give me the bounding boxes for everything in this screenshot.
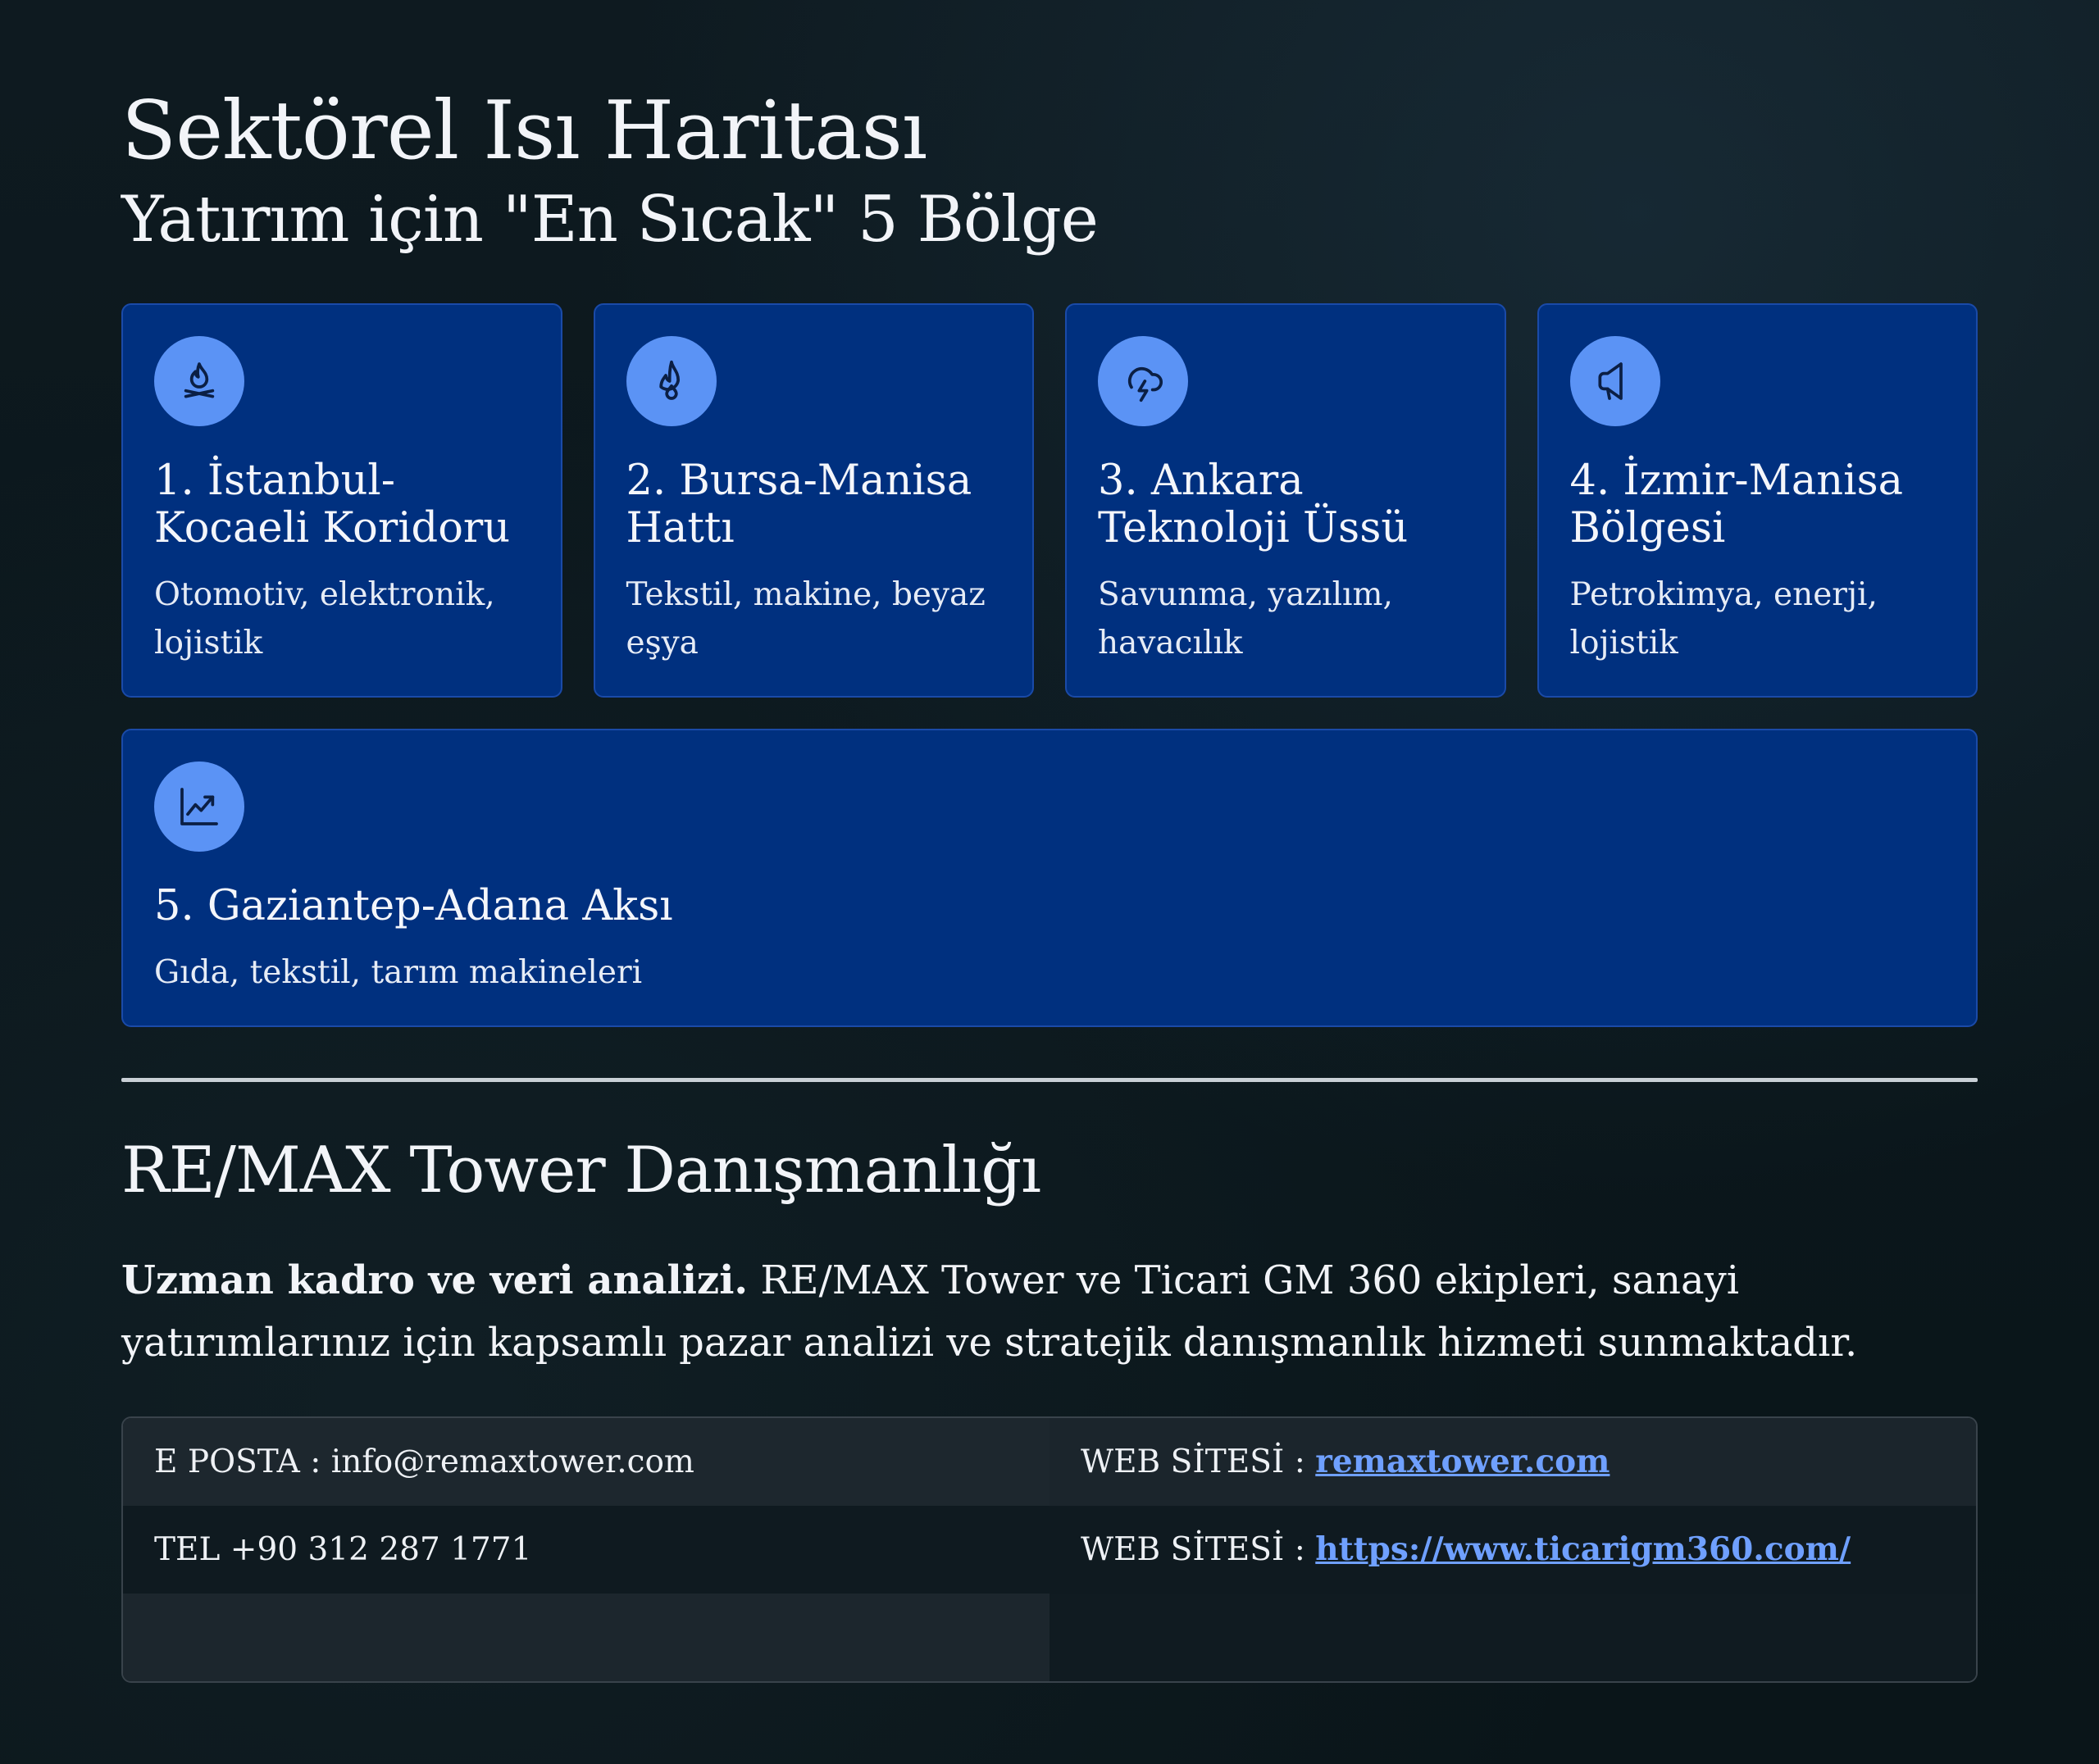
region-title: 1. İstanbul-Kocaeli Koridoru [154, 457, 511, 552]
region-desc: Petrokimya, enerji, lojistik [1569, 576, 1878, 662]
region-card-istanbul-kocaeli: 1. İstanbul-Kocaeli Koridoru Otomotiv, e… [121, 303, 562, 698]
contact-table: E POSTA : info@remaxtower.com WEB SİTESİ… [121, 1416, 1978, 1683]
website-cell-ticarigm: WEB SİTESİ : https://www.ticarigm360.com… [1050, 1506, 1976, 1594]
section-divider [121, 1078, 1978, 1082]
region-title: 4. İzmir-Manisa Bölgesi [1569, 457, 1904, 552]
trending-up-icon [154, 762, 244, 852]
page-title: Sektörel Isı Haritası [121, 84, 927, 178]
region-grid: 1. İstanbul-Kocaeli Koridoru Otomotiv, e… [121, 303, 1978, 1027]
page-subtitle: Yatırım için "En Sıcak" 5 Bölge [121, 183, 1099, 257]
region-title: 3. Ankara Teknoloji Üssü [1098, 457, 1409, 552]
website-label: WEB SİTESİ : [1081, 1531, 1316, 1568]
region-card-gaziantep-adana: 5. Gaziantep-Adana Aksı Gıda, tekstil, t… [121, 729, 1978, 1027]
region-title: 2. Bursa-Manisa Hattı [626, 457, 972, 552]
consulting-description: Uzman kadro ve veri analizi. RE/MAX Towe… [121, 1249, 1978, 1374]
table-row [123, 1594, 1976, 1681]
flame-icon [626, 336, 717, 426]
email-cell: E POSTA : info@remaxtower.com [123, 1418, 1050, 1506]
website-label: WEB SİTESİ : [1081, 1443, 1316, 1480]
consulting-title: RE/MAX Tower Danışmanlığı [121, 1134, 1041, 1207]
empty-cell [1050, 1594, 1976, 1681]
remaxtower-link[interactable]: remaxtower.com [1315, 1443, 1610, 1480]
cloud-lightning-icon [1098, 336, 1188, 426]
ticarigm360-link[interactable]: https://www.ticarigm360.com/ [1315, 1530, 1851, 1568]
region-desc: Gıda, tekstil, tarım makineleri [154, 954, 643, 991]
website-cell-remax: WEB SİTESİ : remaxtower.com [1050, 1418, 1976, 1506]
region-card-ankara: 3. Ankara Teknoloji Üssü Savunma, yazılı… [1065, 303, 1506, 698]
region-title: 5. Gaziantep-Adana Aksı [154, 882, 673, 930]
phone-cell: TEL +90 312 287 1771 [154, 1531, 532, 1568]
megaphone-icon [1569, 336, 1660, 426]
region-desc: Otomotiv, elektronik, lojistik [154, 576, 495, 662]
region-card-bursa-manisa: 2. Bursa-Manisa Hattı Tekstil, makine, b… [593, 303, 1034, 698]
page-content: Sektörel Isı Haritası Yatırım için "En S… [121, 82, 1978, 1683]
region-card-izmir-manisa: 4. İzmir-Manisa Bölgesi Petrokimya, ener… [1537, 303, 1978, 698]
table-row: TEL +90 312 287 1771 WEB SİTESİ : https:… [123, 1506, 1976, 1594]
region-desc: Tekstil, makine, beyaz eşya [626, 576, 986, 662]
table-row: E POSTA : info@remaxtower.com WEB SİTESİ… [123, 1418, 1976, 1506]
campfire-icon [154, 336, 244, 426]
consulting-lead-bold: Uzman kadro ve veri analizi. [121, 1257, 749, 1303]
empty-cell [123, 1594, 1050, 1681]
region-desc: Savunma, yazılım, havacılık [1098, 576, 1393, 662]
